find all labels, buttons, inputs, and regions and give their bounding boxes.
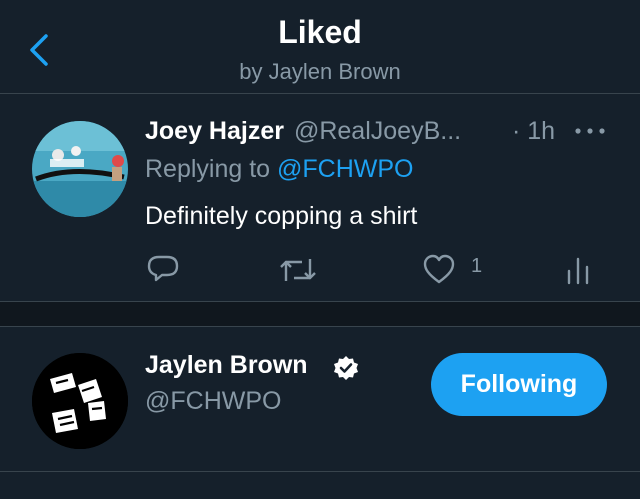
like-button[interactable] (422, 253, 456, 292)
like-icon (423, 254, 455, 284)
user-name[interactable]: Jaylen Brown (145, 351, 308, 380)
user-cell[interactable]: Jaylen Brown @FCHWPO Following (0, 327, 640, 472)
tweet-time: · 1h (512, 117, 556, 145)
verified-icon (334, 356, 358, 380)
more-button[interactable] (573, 123, 607, 139)
avatar[interactable] (32, 121, 128, 217)
tweet[interactable]: Joey Hajzer @RealJoeyB... · 1h Replying t… (0, 95, 640, 302)
avatar[interactable] (32, 353, 128, 449)
tweet-author-name[interactable]: Joey Hajzer (145, 117, 284, 145)
user-handle[interactable]: @FCHWPO (145, 387, 281, 416)
replying-prefix: Replying to (145, 155, 271, 183)
more-icon (575, 128, 605, 134)
replying-mention[interactable]: @FCHWPO (277, 155, 413, 183)
replying-to: Replying to @FCHWPO (145, 155, 414, 184)
retweet-icon (280, 259, 316, 281)
section-divider (0, 302, 640, 327)
reply-button[interactable] (146, 253, 180, 292)
verified-badge (333, 355, 359, 381)
following-button[interactable]: Following (431, 353, 607, 416)
reply-icon (147, 255, 179, 282)
tweet-author-line: Joey Hajzer @RealJoeyB... (145, 117, 461, 146)
like-count: 1 (471, 255, 483, 277)
header: Liked by Jaylen Brown (0, 0, 640, 94)
analytics-button[interactable] (565, 253, 591, 292)
page-subtitle: by Jaylen Brown (239, 59, 401, 84)
retweet-button[interactable] (278, 253, 318, 292)
analytics-icon (567, 257, 589, 285)
tweet-author-handle[interactable]: @RealJoeyB... (294, 117, 461, 145)
page-title: Liked (278, 14, 362, 50)
tweet-text: Definitely copping a shirt (145, 202, 418, 230)
